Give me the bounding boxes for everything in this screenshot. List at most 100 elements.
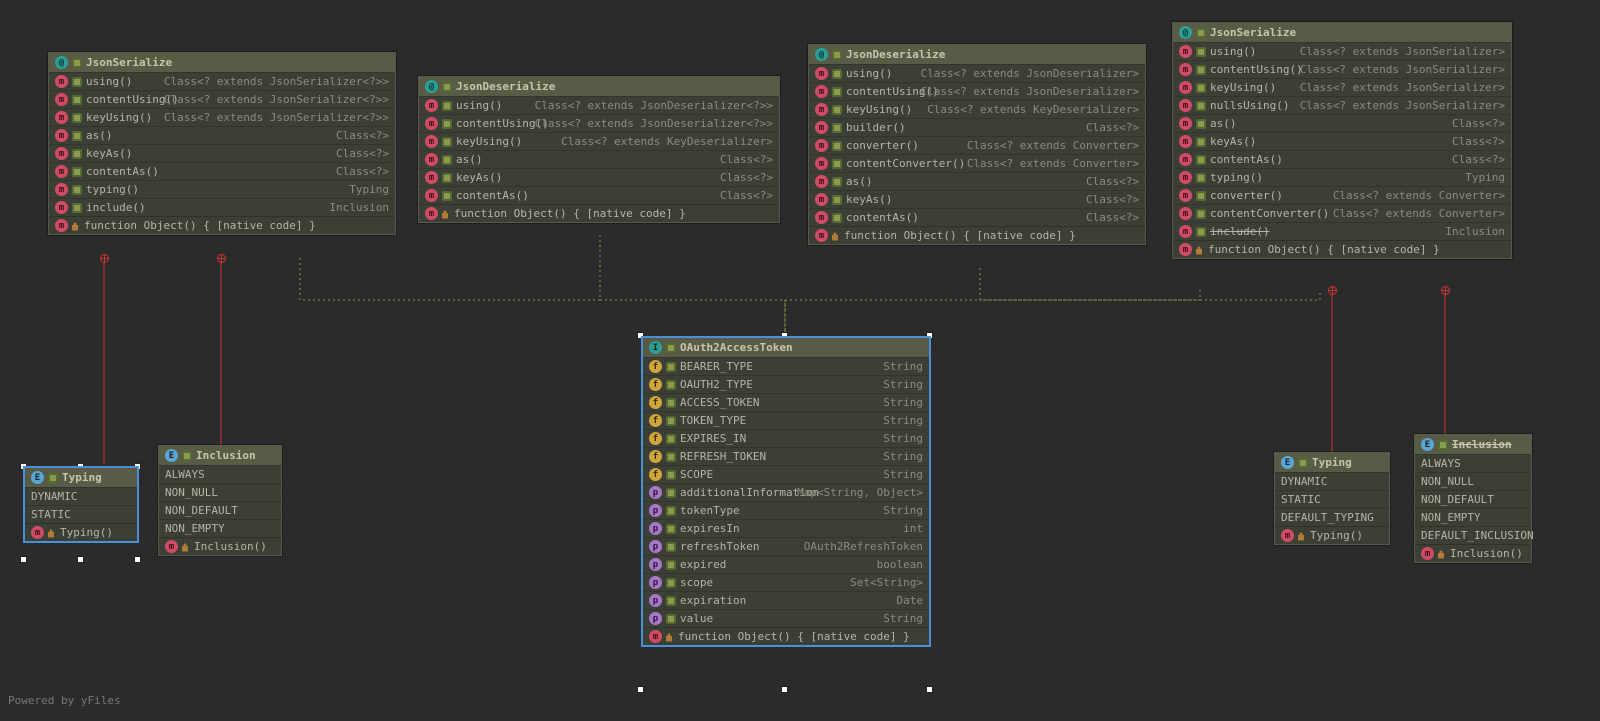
constructor-row[interactable]: function Object() { [native code] } <box>643 627 929 645</box>
selection-handle-s[interactable] <box>781 686 788 693</box>
box-header[interactable]: JsonDeserialize <box>419 77 779 96</box>
member-row[interactable]: include()Inclusion <box>1173 222 1511 240</box>
method-icon <box>425 189 438 202</box>
member-row[interactable]: typing()Typing <box>49 180 395 198</box>
member-row[interactable]: as()Class<?> <box>809 172 1145 190</box>
diagram-canvas[interactable]: JsonSerializeusing()Class<? extends Json… <box>0 0 1600 721</box>
member-row[interactable]: contentAs()Class<?> <box>49 162 395 180</box>
member-row[interactable]: expirationDate <box>643 591 929 609</box>
constructor-row[interactable]: Typing() <box>1275 526 1389 544</box>
member-row[interactable]: TOKEN_TYPEString <box>643 411 929 429</box>
member-row[interactable]: DYNAMIC <box>1275 472 1389 490</box>
uml-box-inclusionA[interactable]: InclusionALWAYSNON_NULLNON_DEFAULTNON_EM… <box>158 445 282 556</box>
member-row[interactable]: keyUsing()Class<? extends KeyDeserialize… <box>809 100 1145 118</box>
member-row[interactable]: NON_EMPTY <box>159 519 281 537</box>
box-header[interactable]: Inclusion <box>1415 435 1531 454</box>
member-row[interactable]: using()Class<? extends JsonDeserializer> <box>809 64 1145 82</box>
member-row[interactable]: expiresInint <box>643 519 929 537</box>
method-icon <box>1179 207 1192 220</box>
uml-box-typingB[interactable]: TypingDYNAMICSTATICDEFAULT_TYPINGTyping(… <box>1274 452 1390 545</box>
box-header[interactable]: OAuth2AccessToken <box>643 338 929 357</box>
member-row[interactable]: DEFAULT_INCLUSION <box>1415 526 1531 544</box>
member-row[interactable]: contentConverter()Class<? extends Conver… <box>1173 204 1511 222</box>
uml-box-jsonSerializeB[interactable]: JsonSerializeusing()Class<? extends Json… <box>1172 22 1512 259</box>
member-row[interactable]: builder()Class<?> <box>809 118 1145 136</box>
constructor-row[interactable]: Inclusion() <box>159 537 281 555</box>
uml-box-jsonDeserializeA[interactable]: JsonDeserializeusing()Class<? extends Js… <box>418 76 780 223</box>
member-row[interactable]: contentConverter()Class<? extends Conver… <box>809 154 1145 172</box>
box-header[interactable]: JsonSerialize <box>49 53 395 72</box>
member-row[interactable]: DYNAMIC <box>25 487 137 505</box>
member-row[interactable]: nullsUsing()Class<? extends JsonSerializ… <box>1173 96 1511 114</box>
member-row[interactable]: expiredboolean <box>643 555 929 573</box>
selection-handle-se[interactable] <box>134 556 141 563</box>
member-row[interactable]: STATIC <box>1275 490 1389 508</box>
member-row[interactable]: using()Class<? extends JsonDeserializer<… <box>419 96 779 114</box>
selection-handle-s[interactable] <box>77 556 84 563</box>
member-name: DYNAMIC <box>31 490 77 503</box>
member-row[interactable]: additionalInformationMap<String, Object> <box>643 483 929 501</box>
member-row[interactable]: NON_DEFAULT <box>1415 490 1531 508</box>
member-row[interactable]: OAUTH2_TYPEString <box>643 375 929 393</box>
member-row[interactable]: keyUsing()Class<? extends JsonSerializer… <box>1173 78 1511 96</box>
member-row[interactable]: using()Class<? extends JsonSerializer<?>… <box>49 72 395 90</box>
member-row[interactable]: ALWAYS <box>159 465 281 483</box>
uml-box-oauth[interactable]: OAuth2AccessTokenBEARER_TYPEStringOAUTH2… <box>642 337 930 646</box>
member-row[interactable]: typing()Typing <box>1173 168 1511 186</box>
constructor-row[interactable]: function Object() { [native code] } <box>809 226 1145 244</box>
constructor-row[interactable]: Typing() <box>25 523 137 541</box>
member-row[interactable]: converter()Class<? extends Converter> <box>1173 186 1511 204</box>
uml-box-jsonDeserializeB[interactable]: JsonDeserializeusing()Class<? extends Js… <box>808 44 1146 245</box>
member-row[interactable]: BEARER_TYPEString <box>643 357 929 375</box>
member-row[interactable]: ACCESS_TOKENString <box>643 393 929 411</box>
box-header[interactable]: Typing <box>1275 453 1389 472</box>
member-row[interactable]: tokenTypeString <box>643 501 929 519</box>
member-row[interactable]: contentAs()Class<?> <box>809 208 1145 226</box>
constructor-row[interactable]: function Object() { [native code] } <box>1173 240 1511 258</box>
member-row[interactable]: keyAs()Class<?> <box>419 168 779 186</box>
box-header[interactable]: JsonDeserialize <box>809 45 1145 64</box>
constructor-row[interactable]: function Object() { [native code] } <box>419 204 779 222</box>
member-row[interactable]: STATIC <box>25 505 137 523</box>
box-header[interactable]: JsonSerialize <box>1173 23 1511 42</box>
member-row[interactable]: keyUsing()Class<? extends KeyDeserialize… <box>419 132 779 150</box>
member-row[interactable]: contentAs()Class<?> <box>1173 150 1511 168</box>
constructor-row[interactable]: Inclusion() <box>1415 544 1531 562</box>
selection-handle-sw[interactable] <box>637 686 644 693</box>
member-row[interactable]: contentUsing()Class<? extends JsonSerial… <box>49 90 395 108</box>
member-row[interactable]: converter()Class<? extends Converter> <box>809 136 1145 154</box>
member-row[interactable]: valueString <box>643 609 929 627</box>
member-row[interactable]: SCOPEString <box>643 465 929 483</box>
member-row[interactable]: include()Inclusion <box>49 198 395 216</box>
member-row[interactable]: NON_EMPTY <box>1415 508 1531 526</box>
member-row[interactable]: refreshTokenOAuth2RefreshToken <box>643 537 929 555</box>
member-row[interactable]: ALWAYS <box>1415 454 1531 472</box>
member-row[interactable]: as()Class<?> <box>419 150 779 168</box>
box-header[interactable]: Inclusion <box>159 446 281 465</box>
member-row[interactable]: contentUsing()Class<? extends JsonSerial… <box>1173 60 1511 78</box>
member-row[interactable]: REFRESH_TOKENString <box>643 447 929 465</box>
member-row[interactable]: contentUsing()Class<? extends JsonDeseri… <box>419 114 779 132</box>
member-row[interactable]: as()Class<?> <box>49 126 395 144</box>
member-row[interactable]: contentUsing()Class<? extends JsonDeseri… <box>809 82 1145 100</box>
member-row[interactable]: scopeSet<String> <box>643 573 929 591</box>
member-row[interactable]: keyAs()Class<?> <box>1173 132 1511 150</box>
member-row[interactable]: contentAs()Class<?> <box>419 186 779 204</box>
box-header[interactable]: Typing <box>25 468 137 487</box>
uml-box-jsonSerializeA[interactable]: JsonSerializeusing()Class<? extends Json… <box>48 52 396 235</box>
member-row[interactable]: keyAs()Class<?> <box>49 144 395 162</box>
selection-handle-sw[interactable] <box>20 556 27 563</box>
member-row[interactable]: keyAs()Class<?> <box>809 190 1145 208</box>
uml-box-inclusionB[interactable]: InclusionALWAYSNON_NULLNON_DEFAULTNON_EM… <box>1414 434 1532 563</box>
member-row[interactable]: as()Class<?> <box>1173 114 1511 132</box>
member-row[interactable]: NON_NULL <box>1415 472 1531 490</box>
constructor-row[interactable]: function Object() { [native code] } <box>49 216 395 234</box>
uml-box-typingA[interactable]: Typing DYNAMIC STATICTyping() <box>24 467 138 542</box>
member-row[interactable]: NON_DEFAULT <box>159 501 281 519</box>
member-row[interactable]: EXPIRES_INString <box>643 429 929 447</box>
member-row[interactable]: using()Class<? extends JsonSerializer> <box>1173 42 1511 60</box>
member-row[interactable]: keyUsing()Class<? extends JsonSerializer… <box>49 108 395 126</box>
member-row[interactable]: DEFAULT_TYPING <box>1275 508 1389 526</box>
member-row[interactable]: NON_NULL <box>159 483 281 501</box>
selection-handle-se[interactable] <box>926 686 933 693</box>
